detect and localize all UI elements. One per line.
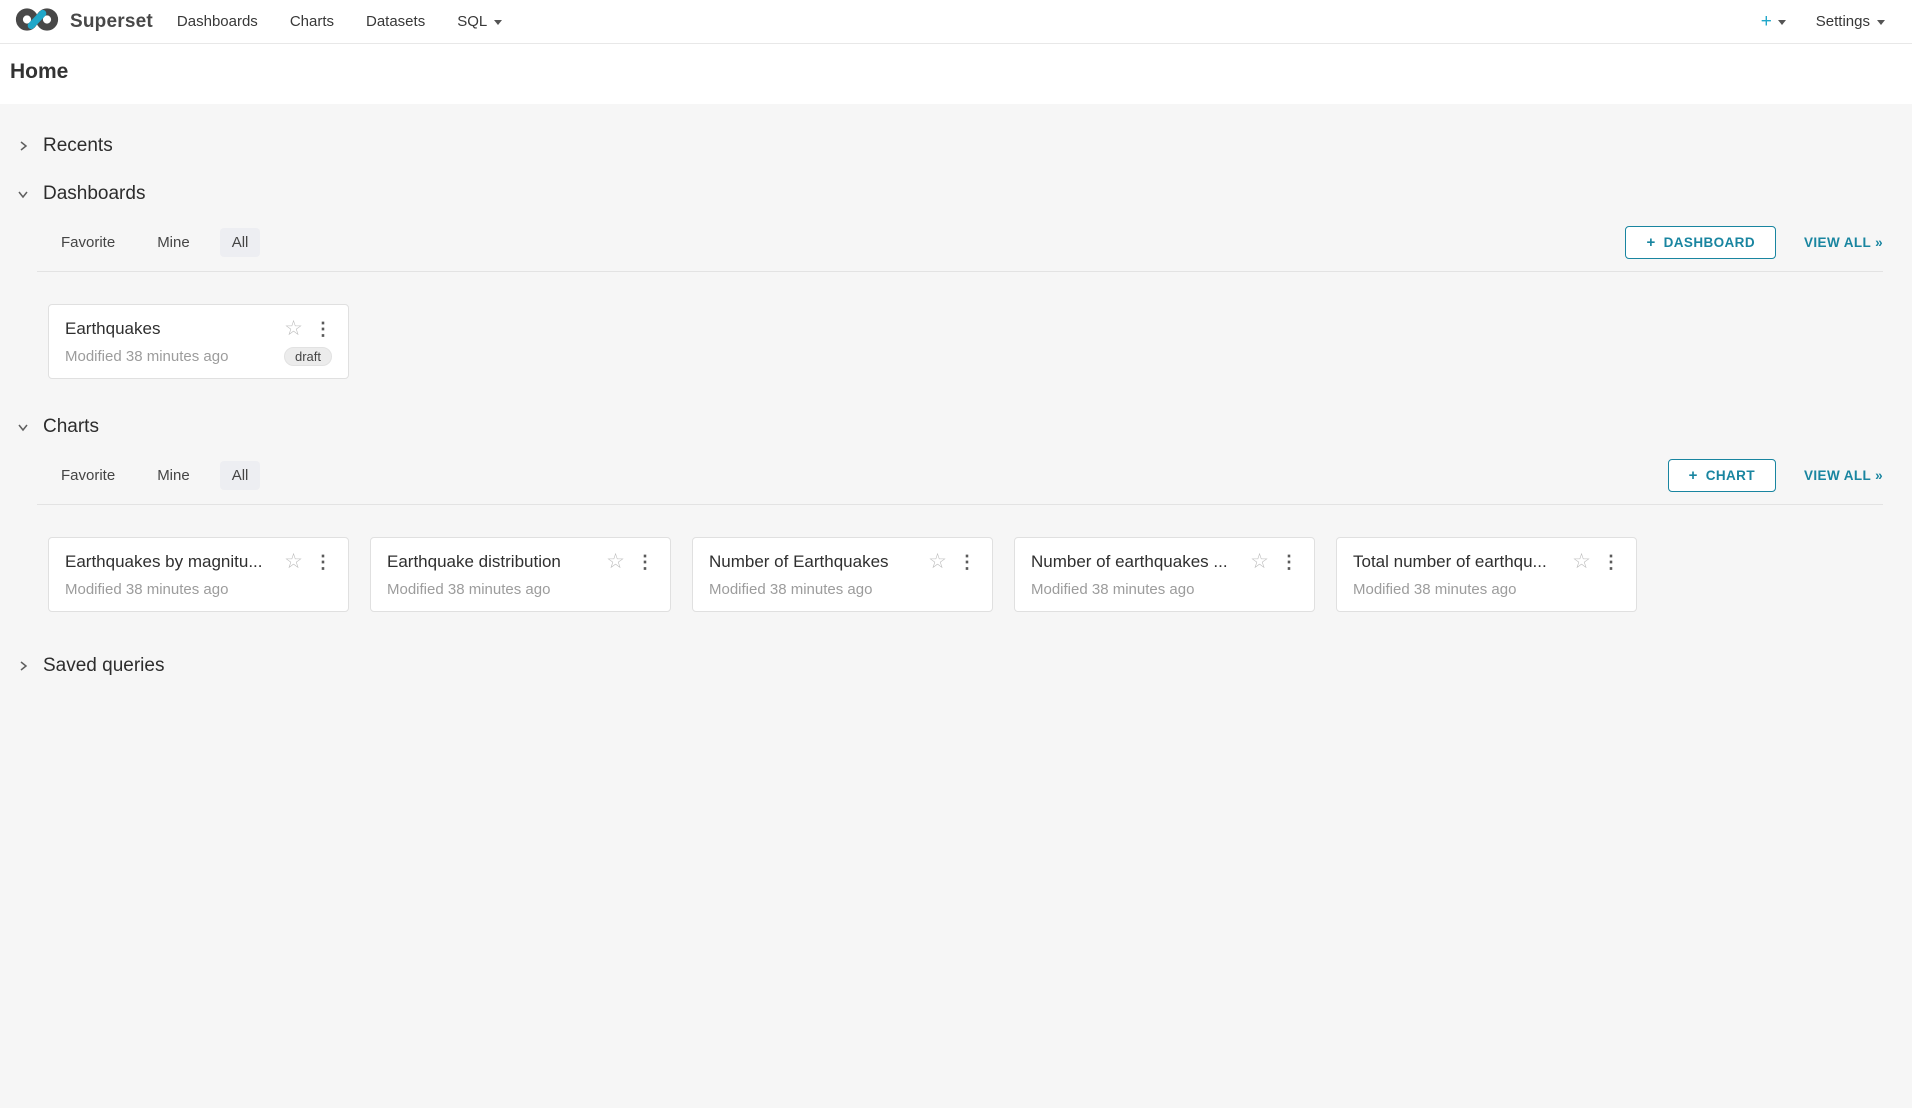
kebab-menu-icon[interactable]: ⋮ (1602, 553, 1620, 571)
plus-icon: + (1689, 467, 1698, 484)
top-navbar: Superset Dashboards Charts Datasets SQL … (0, 0, 1912, 44)
section-header-dashboards[interactable]: Dashboards (16, 176, 1883, 212)
chart-card[interactable]: Total number of earthqu... ☆ ⋮ Modified … (1336, 537, 1637, 612)
card-title[interactable]: Earthquakes (65, 319, 276, 339)
new-dashboard-button[interactable]: + DASHBOARD (1625, 226, 1776, 259)
chart-card[interactable]: Earthquake distribution ☆ ⋮ Modified 38 … (370, 537, 671, 612)
charts-tabs: Favorite Mine All (49, 461, 260, 490)
nav-item-label: Datasets (366, 13, 425, 30)
nav-item-charts[interactable]: Charts (274, 0, 350, 43)
divider (37, 504, 1883, 505)
page-header: Home (0, 44, 1912, 104)
dashboard-card[interactable]: Earthquakes ☆ ⋮ Modified 38 minutes ago … (48, 304, 349, 379)
view-all-dashboards-link[interactable]: VIEW ALL » (1804, 235, 1883, 250)
superset-logo-icon (14, 5, 60, 39)
charts-toolbar: Favorite Mine All + CHART VIEW ALL » (16, 459, 1883, 492)
card-modified: Modified 38 minutes ago (65, 581, 332, 598)
divider (37, 271, 1883, 272)
chevron-down-icon (16, 420, 30, 434)
card-title[interactable]: Number of Earthquakes (709, 552, 920, 572)
new-dashboard-label: DASHBOARD (1664, 235, 1755, 250)
new-chart-label: CHART (1706, 468, 1755, 483)
charts-actions: + CHART VIEW ALL » (1668, 459, 1883, 492)
dashboards-actions: + DASHBOARD VIEW ALL » (1625, 226, 1883, 259)
nav-item-sql[interactable]: SQL (441, 0, 518, 43)
tab-all[interactable]: All (220, 461, 261, 490)
star-icon[interactable]: ☆ (606, 551, 625, 572)
kebab-menu-icon[interactable]: ⋮ (958, 553, 976, 571)
section-charts: Charts Favorite Mine All + CHART VIEW AL… (16, 409, 1883, 612)
brand-name: Superset (70, 11, 153, 33)
card-title[interactable]: Earthquakes by magnitu... (65, 552, 276, 572)
plus-icon: + (1646, 234, 1655, 251)
section-header-saved-queries[interactable]: Saved queries (16, 648, 1883, 684)
card-title[interactable]: Total number of earthqu... (1353, 552, 1564, 572)
star-icon[interactable]: ☆ (1250, 551, 1269, 572)
kebab-menu-icon[interactable]: ⋮ (636, 553, 654, 571)
card-modified: Modified 38 minutes ago (387, 581, 654, 598)
dashboards-tabs: Favorite Mine All (49, 228, 260, 257)
chevron-right-icon (16, 139, 30, 153)
nav-item-label: Dashboards (177, 13, 258, 30)
section-title: Charts (43, 416, 99, 438)
card-modified: Modified 38 minutes ago (709, 581, 976, 598)
tab-mine[interactable]: Mine (145, 461, 202, 490)
star-icon[interactable]: ☆ (284, 318, 303, 339)
chevron-right-icon (16, 659, 30, 673)
chart-card[interactable]: Earthquakes by magnitu... ☆ ⋮ Modified 3… (48, 537, 349, 612)
dashboards-toolbar: Favorite Mine All + DASHBOARD VIEW ALL » (16, 226, 1883, 259)
caret-down-icon (1877, 20, 1885, 25)
tab-all[interactable]: All (220, 228, 261, 257)
caret-down-icon (494, 20, 502, 25)
nav-item-label: Charts (290, 13, 334, 30)
tab-favorite[interactable]: Favorite (49, 461, 127, 490)
card-title[interactable]: Earthquake distribution (387, 552, 598, 572)
star-icon[interactable]: ☆ (928, 551, 947, 572)
new-item-menu[interactable]: + (1761, 11, 1786, 33)
kebab-menu-icon[interactable]: ⋮ (314, 320, 332, 338)
kebab-menu-icon[interactable]: ⋮ (1280, 553, 1298, 571)
tab-mine[interactable]: Mine (145, 228, 202, 257)
chart-card-row: Earthquakes by magnitu... ☆ ⋮ Modified 3… (48, 537, 1883, 612)
section-title: Dashboards (43, 183, 145, 205)
star-icon[interactable]: ☆ (1572, 551, 1591, 572)
tab-favorite[interactable]: Favorite (49, 228, 127, 257)
card-modified: Modified 38 minutes ago (1031, 581, 1298, 598)
settings-menu[interactable]: Settings (1816, 13, 1885, 30)
nav-item-dashboards[interactable]: Dashboards (161, 0, 274, 43)
chart-card[interactable]: Number of Earthquakes ☆ ⋮ Modified 38 mi… (692, 537, 993, 612)
view-all-charts-link[interactable]: VIEW ALL » (1804, 468, 1883, 483)
card-modified: Modified 38 minutes ago (65, 348, 284, 365)
section-title: Recents (43, 135, 113, 157)
section-header-recents[interactable]: Recents (16, 128, 1883, 164)
kebab-menu-icon[interactable]: ⋮ (314, 553, 332, 571)
settings-label: Settings (1816, 13, 1870, 30)
card-modified: Modified 38 minutes ago (1353, 581, 1620, 598)
chevron-down-icon (16, 187, 30, 201)
section-saved-queries: Saved queries (16, 648, 1883, 684)
plus-icon: + (1761, 11, 1772, 33)
new-chart-button[interactable]: + CHART (1668, 459, 1776, 492)
caret-down-icon (1778, 20, 1786, 25)
section-header-charts[interactable]: Charts (16, 409, 1883, 445)
nav-menu: Dashboards Charts Datasets SQL (161, 0, 518, 43)
section-title: Saved queries (43, 655, 164, 677)
page-title: Home (10, 60, 1896, 84)
navbar-right: + Settings (1761, 11, 1885, 33)
section-dashboards: Dashboards Favorite Mine All + DASHBOARD… (16, 176, 1883, 379)
home-content: Recents Dashboards Favorite Mine All + D… (0, 104, 1912, 724)
dashboard-card-row: Earthquakes ☆ ⋮ Modified 38 minutes ago … (48, 304, 1883, 379)
chart-card[interactable]: Number of earthquakes ... ☆ ⋮ Modified 3… (1014, 537, 1315, 612)
card-title[interactable]: Number of earthquakes ... (1031, 552, 1242, 572)
star-icon[interactable]: ☆ (284, 551, 303, 572)
status-badge: draft (284, 347, 332, 366)
nav-item-datasets[interactable]: Datasets (350, 0, 441, 43)
superset-brand[interactable]: Superset (14, 5, 153, 39)
nav-item-label: SQL (457, 13, 487, 30)
